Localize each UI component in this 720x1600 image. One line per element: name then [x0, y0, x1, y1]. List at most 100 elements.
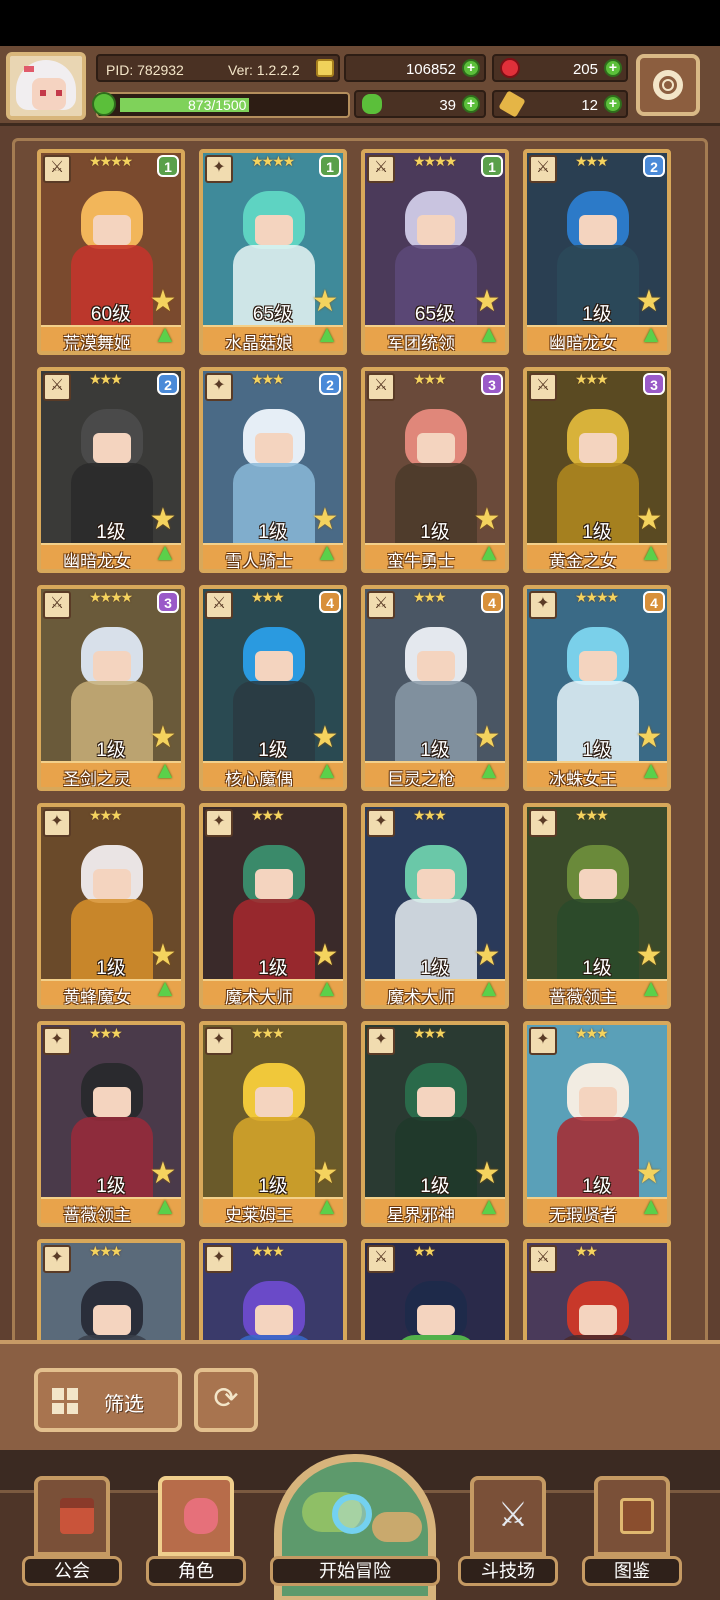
- character-card[interactable]: ⚔ ★★★★ 1 65级 ★ 军团统领 ▲: [361, 149, 509, 355]
- level-up-arrow-icon: ▲: [153, 321, 177, 348]
- character-name: 雪人骑士: [225, 552, 293, 571]
- character-card[interactable]: ✦ ★★★ 1级 ★ 史莱姆王 ▲: [199, 1021, 347, 1227]
- character-card[interactable]: ✦ ★★★ 1级 ★ 蔷薇领主 ▲: [523, 803, 671, 1009]
- character-face: [93, 433, 131, 463]
- tier-badge: 1: [481, 155, 503, 177]
- weapon-type-icon: ⚔: [367, 373, 395, 401]
- character-card[interactable]: ✦ ★★★ 1级 ★ 黄蜂魔女 ▲: [37, 803, 185, 1009]
- exp-text: 873/1500: [188, 97, 247, 113]
- weapon-type-icon: ✦: [205, 155, 233, 183]
- rarity-stars: ★★★: [251, 1025, 285, 1041]
- rarity-stars: ★★★: [413, 1025, 447, 1041]
- character-face: [255, 869, 293, 899]
- character-face: [93, 869, 131, 899]
- star-upgrade-icon: ★: [311, 721, 339, 754]
- gear-icon-core: [662, 79, 674, 91]
- weapon-type-icon: ⚔: [529, 373, 557, 401]
- character-card[interactable]: ⚔ ★★★ 4 1级 ★ 巨灵之枪 ▲: [361, 585, 509, 791]
- character-card[interactable]: ✦ ★★★ 1级 ★ 蔷薇领主 ▲: [37, 1021, 185, 1227]
- bottom-nav: 公会 角色 开始冒险 ⚔ 斗技场 图鉴: [0, 1450, 720, 1600]
- character-name: 幽暗龙女: [63, 552, 131, 571]
- character-face: [579, 215, 617, 245]
- add-key-button[interactable]: +: [604, 95, 622, 113]
- weapon-type-icon: ✦: [205, 1027, 233, 1055]
- add-clover-button[interactable]: +: [462, 95, 480, 113]
- nav-codex[interactable]: 图鉴: [582, 1468, 682, 1598]
- hair-clip-icon: [24, 66, 34, 72]
- gold-panel: 106852 +: [344, 54, 486, 82]
- character-name: 军团统领: [387, 334, 455, 353]
- grid-icon: [52, 1388, 78, 1414]
- character-card[interactable]: ✦ ★★★ 1级 ★ 魔术大师 ▲: [199, 803, 347, 1009]
- filter-label: 筛选: [104, 1394, 144, 1416]
- magnifier-icon: [332, 1494, 372, 1534]
- weapon-type-icon: ⚔: [367, 1245, 395, 1273]
- rarity-stars: ★★★: [251, 807, 285, 823]
- level-up-arrow-icon: ▲: [639, 975, 663, 1002]
- coin-icon: [316, 59, 334, 77]
- character-card[interactable]: ⚔ ★★★★ 1 60级 ★ 荒漠舞姬 ▲: [37, 149, 185, 355]
- nav-guild-label: 公会: [22, 1556, 122, 1586]
- weapon-type-icon: ⚔: [43, 155, 71, 183]
- star-upgrade-icon: ★: [473, 503, 501, 536]
- rarity-stars: ★★★: [413, 589, 447, 605]
- character-name: 圣剑之灵: [63, 770, 131, 789]
- character-name: 史莱姆王: [225, 1206, 293, 1225]
- character-face: [417, 1087, 455, 1117]
- level-up-arrow-icon: ▲: [477, 539, 501, 566]
- character-card[interactable]: ✦ ★★★ 1级 ★ 无瑕贤者 ▲: [523, 1021, 671, 1227]
- character-face: [417, 1305, 455, 1335]
- guild-tile: [34, 1476, 110, 1556]
- character-name: 巨灵之枪: [387, 770, 455, 789]
- crossed-swords-icon: ⚔: [497, 1496, 529, 1534]
- nav-character[interactable]: 角色: [146, 1468, 246, 1598]
- rarity-stars: ★★★★: [251, 153, 295, 169]
- weapon-type-icon: ⚔: [43, 373, 71, 401]
- star-upgrade-icon: ★: [473, 285, 501, 318]
- nav-adventure[interactable]: 开始冒险: [270, 1454, 440, 1600]
- character-name: 蔷薇领主: [63, 1206, 131, 1225]
- rarity-stars: ★★: [413, 1243, 436, 1259]
- level-up-arrow-icon: ▲: [639, 757, 663, 784]
- star-upgrade-icon: ★: [635, 1157, 663, 1190]
- star-upgrade-icon: ★: [149, 939, 177, 972]
- character-grid[interactable]: ⚔ ★★★★ 1 60级 ★ 荒漠舞姬 ▲ ✦ ★★★★ 1 65级 ★ 水晶菇娘 ▲ ⚔ ★★★★ 1 65级 ★…: [12, 138, 708, 1358]
- character-face: [93, 651, 131, 681]
- character-card[interactable]: ✦ ★★★★ 1 65级 ★ 水晶菇娘 ▲: [199, 149, 347, 355]
- rarity-stars: ★★★: [251, 1243, 285, 1259]
- character-card[interactable]: ✦ ★★★ 1级 ★ 星界邪神 ▲: [361, 1021, 509, 1227]
- add-gold-button[interactable]: +: [462, 59, 480, 77]
- character-card[interactable]: ✦ ★★★ 2 1级 ★ 雪人骑士 ▲: [199, 367, 347, 573]
- character-face: [93, 1305, 131, 1335]
- character-face: [579, 1305, 617, 1335]
- nav-guild[interactable]: 公会: [22, 1468, 122, 1598]
- refresh-button[interactable]: ⟳: [194, 1368, 258, 1432]
- settings-button[interactable]: [636, 54, 700, 116]
- character-card[interactable]: ⚔ ★★★ 2 1级 ★ 幽暗龙女 ▲: [37, 367, 185, 573]
- character-card[interactable]: ⚔ ★★★ 3 1级 ★ 黄金之女 ▲: [523, 367, 671, 573]
- rarity-stars: ★★★: [575, 1025, 609, 1041]
- character-card[interactable]: ✦ ★★★★ 4 1级 ★ 冰蛛女王 ▲: [523, 585, 671, 791]
- character-card[interactable]: ⚔ ★★★ 3 1级 ★ 蛮牛勇士 ▲: [361, 367, 509, 573]
- character-card[interactable]: ⚔ ★★★ 2 1级 ★ 幽暗龙女 ▲: [523, 149, 671, 355]
- character-card[interactable]: ✦ ★★★ 1级 ★ 魔术大师 ▲: [361, 803, 509, 1009]
- character-name: 星界邪神: [387, 1206, 455, 1225]
- character-card[interactable]: ⚔ ★★★ 4 1级 ★ 核心魔偶 ▲: [199, 585, 347, 791]
- filter-button[interactable]: 筛选: [34, 1368, 182, 1432]
- character-name: 荒漠舞姬: [63, 334, 131, 353]
- nav-arena[interactable]: ⚔ 斗技场: [458, 1468, 558, 1598]
- nav-character-label: 角色: [146, 1556, 246, 1586]
- weapon-type-icon: ✦: [43, 1245, 71, 1273]
- exp-bar: 873/1500: [92, 92, 350, 118]
- level-up-arrow-icon: ▲: [153, 975, 177, 1002]
- character-face: [93, 1087, 131, 1117]
- character-name: 蔷薇领主: [549, 988, 617, 1007]
- weapon-type-icon: ✦: [367, 809, 395, 837]
- star-upgrade-icon: ★: [635, 503, 663, 536]
- character-card[interactable]: ⚔ ★★★★ 3 1级 ★ 圣剑之灵 ▲: [37, 585, 185, 791]
- weapon-type-icon: ✦: [43, 1027, 71, 1055]
- character-face: [255, 1305, 293, 1335]
- player-avatar[interactable]: [6, 52, 86, 120]
- level-up-arrow-icon: ▲: [153, 1193, 177, 1220]
- add-gem-button[interactable]: +: [604, 59, 622, 77]
